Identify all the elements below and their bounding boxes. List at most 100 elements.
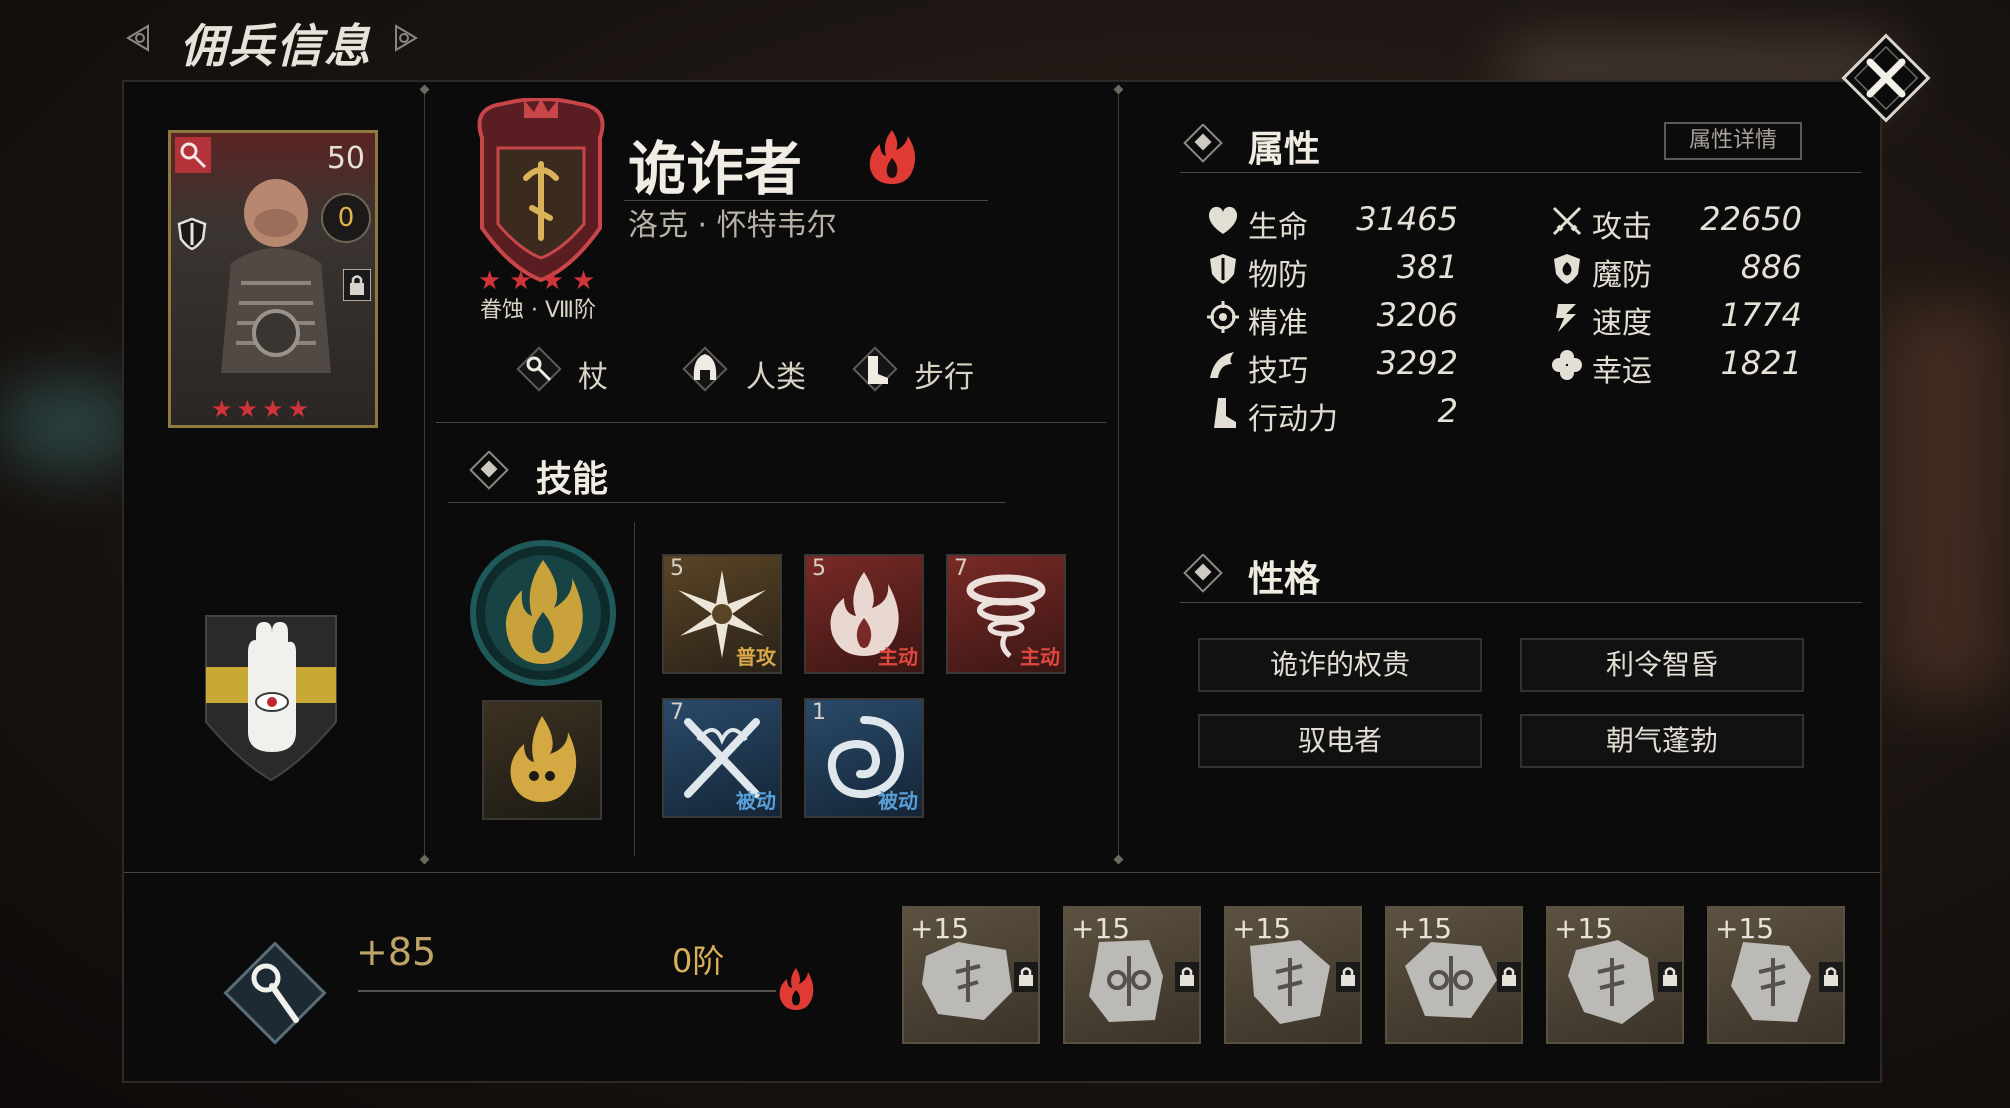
character-class-name: 诡诈者: [628, 135, 803, 203]
header-left-ornament-icon: [126, 24, 149, 52]
divider-dot: [1113, 84, 1124, 95]
rune-enhance-level: +15: [1071, 912, 1131, 945]
class-crest-icon: [477, 98, 605, 283]
rune-stone-icon: [1250, 940, 1330, 1024]
background-blur: [1880, 300, 2010, 700]
stat-value-luck: 1821: [1720, 344, 1802, 382]
skill-level: 7: [670, 700, 684, 725]
stat-value-technique: 3292: [1376, 344, 1458, 382]
skill-type-label: 主动: [1020, 645, 1060, 669]
stat-value-physical-defense: 381: [1396, 248, 1458, 286]
divider-dot: [419, 854, 430, 865]
lock-icon: [1175, 962, 1199, 992]
stat-label-luck: 幸运: [1592, 354, 1652, 389]
stat-label-attack: 攻击: [1592, 210, 1652, 245]
rank-label: 眷蚀 · Ⅷ阶: [480, 298, 596, 323]
trait-item[interactable]: 驭电者: [1198, 714, 1482, 768]
rune-slot[interactable]: +15: [1063, 906, 1201, 1044]
skill-type-label: 被动: [736, 789, 776, 813]
weapon-bonus: +85: [356, 930, 437, 974]
tag-movement: 步行: [914, 360, 974, 395]
heart-icon: [1208, 206, 1238, 234]
stat-value-speed: 1774: [1720, 296, 1802, 334]
skill-slot-active-2[interactable]: 7 主动: [946, 554, 1066, 674]
stat-label-hp: 生命: [1248, 210, 1308, 245]
section-diamond-icon: [1183, 124, 1223, 163]
rune-enhance-level: +15: [1715, 912, 1775, 945]
fire-element-orb-icon[interactable]: [468, 538, 618, 688]
attribute-details-button[interactable]: 属性详情: [1664, 122, 1802, 160]
skill-slot-passive-2[interactable]: 1 被动: [804, 698, 924, 818]
trait-item[interactable]: 利令智昏: [1520, 638, 1804, 692]
rune-enhance-level: +15: [1393, 912, 1453, 945]
background-blur: [0, 380, 140, 470]
defense-role-icon: [177, 217, 207, 251]
trait-item[interactable]: 诡诈的权贵: [1198, 638, 1482, 692]
shield-sword-icon: [1210, 254, 1236, 284]
weapon-staff-slot[interactable]: [220, 938, 330, 1048]
lock-icon: [1497, 962, 1521, 992]
rune-stone-icon: [922, 942, 1012, 1020]
stat-label-technique: 技巧: [1248, 354, 1308, 389]
skill-type-label: 主动: [878, 645, 918, 669]
section-diamond-icon: [469, 451, 509, 490]
crosshair-icon: [1207, 301, 1239, 333]
card-star-rating: ★★★★: [211, 395, 314, 423]
rune-enhance-level: +15: [910, 912, 970, 945]
skill-slot-active-1[interactable]: 5 主动: [804, 554, 924, 674]
stat-value-hp: 31465: [1356, 200, 1458, 238]
skill-level: 7: [954, 556, 968, 581]
stat-value-action-points: 2: [1437, 392, 1458, 430]
staff-class-icon: [175, 137, 211, 173]
rune-stone-icon: [1405, 942, 1497, 1018]
lock-icon[interactable]: [343, 269, 371, 301]
fire-tier-icon: [779, 968, 814, 1010]
human-helmet-icon: [682, 346, 728, 392]
trait-item[interactable]: 朝气蓬勃: [1520, 714, 1804, 768]
stat-value-magic-defense: 886: [1740, 248, 1802, 286]
skill-level: 5: [812, 556, 826, 581]
skill-type-label: 普攻: [736, 645, 776, 669]
close-button[interactable]: [1830, 22, 1942, 134]
fire-skull-icon: [510, 716, 577, 802]
ultimate-skill-slot[interactable]: [482, 700, 602, 820]
crossed-swords-icon: [1552, 206, 1582, 236]
faction-shield-icon: [205, 615, 337, 782]
stat-label-speed: 速度: [1592, 306, 1652, 341]
rune-slot[interactable]: +15: [1546, 906, 1684, 1044]
divider: [424, 92, 425, 862]
lock-icon: [1819, 962, 1843, 992]
divider: [1180, 602, 1862, 603]
divider: [1180, 172, 1862, 173]
rune-enhance-level: +15: [1554, 912, 1614, 945]
skill-slot-passive-1[interactable]: 7 被动: [662, 698, 782, 818]
tag-race: 人类: [746, 360, 806, 395]
skill-level: 1: [812, 700, 826, 725]
skill-type-label: 被动: [878, 789, 918, 813]
magic-shield-icon: [1554, 254, 1580, 284]
stat-value-accuracy: 3206: [1376, 296, 1458, 334]
weapon-progress-track: [358, 990, 776, 992]
divider: [124, 872, 1880, 873]
rune-stone-icon: [1731, 942, 1811, 1022]
character-portrait: [221, 179, 331, 373]
divider: [448, 502, 1006, 503]
weapon-tier: 0阶: [672, 942, 725, 980]
rune-slot[interactable]: +15: [1224, 906, 1362, 1044]
stat-label-physical-defense: 物防: [1248, 258, 1308, 293]
skill-slot-basic-attack[interactable]: 5 普攻: [662, 554, 782, 674]
divider-dot: [1113, 854, 1124, 865]
rune-slot[interactable]: +15: [902, 906, 1040, 1044]
skill-level: 5: [670, 556, 684, 581]
lock-icon: [1336, 962, 1360, 992]
rune-slot[interactable]: +15: [1385, 906, 1523, 1044]
rune-enhance-level: +15: [1232, 912, 1292, 945]
rune-slot[interactable]: +15: [1707, 906, 1845, 1044]
character-card[interactable]: 50 0 ★★★★: [168, 130, 378, 428]
divider: [1118, 92, 1119, 862]
clover-icon: [1552, 350, 1582, 380]
stat-value-attack: 22650: [1700, 200, 1802, 238]
divider-dot: [419, 84, 430, 95]
divider: [634, 522, 635, 856]
attributes-title: 属性: [1248, 129, 1321, 170]
